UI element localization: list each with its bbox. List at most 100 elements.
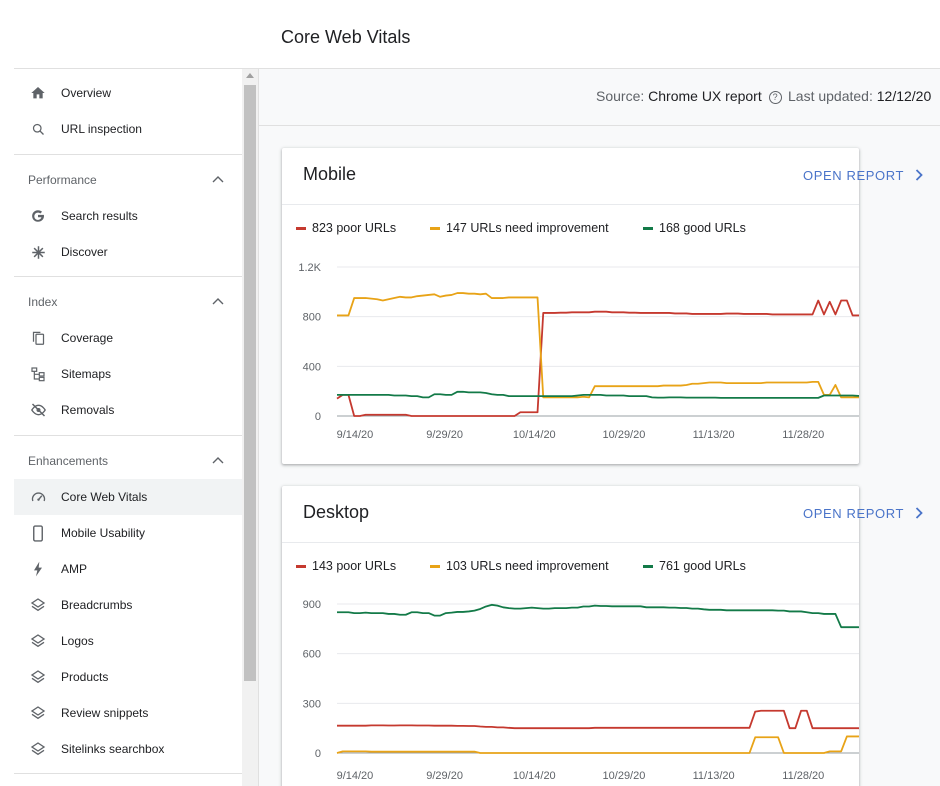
sidebar-item-review-snippets[interactable]: Review snippets	[14, 695, 242, 731]
sidebar-divider	[14, 276, 242, 277]
x-tick-label: 11/13/20	[693, 770, 735, 782]
layers-icon	[29, 740, 47, 758]
x-tick-label: 10/29/20	[603, 429, 646, 441]
sidebar-item-label: Sitelinks searchbox	[61, 742, 165, 756]
sidebar-item-removals[interactable]: Removals	[14, 392, 242, 428]
sidebar: Overview URL inspection Performance Sear…	[14, 68, 258, 786]
y-tick-label: 1.2K	[298, 262, 321, 274]
sidebar-item-label: Core Web Vitals	[61, 490, 148, 504]
sidebar-item-label: Discover	[61, 245, 108, 259]
layers-icon	[29, 632, 47, 650]
sidebar-item-label: Sitemaps	[61, 367, 112, 381]
x-tick-label: 10/14/20	[513, 770, 556, 782]
chevron-right-icon	[915, 169, 923, 181]
sidebar-item-sitelinks-searchbox[interactable]: Sitelinks searchbox	[14, 731, 242, 767]
source-value: Chrome UX report	[648, 88, 762, 104]
source-label: Source:	[596, 88, 645, 104]
page-title: Core Web Vitals	[281, 27, 411, 47]
sidebar-item-label: Logos	[61, 634, 94, 648]
x-tick-label: 9/29/20	[426, 770, 463, 782]
search-icon	[29, 120, 47, 138]
x-tick-label: 9/14/20	[337, 770, 374, 782]
y-tick-label: 900	[303, 599, 321, 611]
mobile-chart: 0 400 800 1.2K 9/14/20 9/29/20 10/14/20 10/29/2…	[298, 262, 859, 441]
last-updated-value: 12/12/20	[876, 88, 932, 104]
sidebar-item-label: Overview	[61, 86, 112, 100]
copy-pages-icon	[29, 329, 47, 347]
sidebar-item-label: Review snippets	[61, 706, 149, 720]
series-line-good	[337, 390, 859, 399]
sidebar-item-core-web-vitals[interactable]: Core Web Vitals	[14, 479, 242, 515]
chevron-up-icon[interactable]	[212, 297, 224, 305]
chevron-up-icon[interactable]	[212, 456, 224, 464]
chevron-up-icon[interactable]	[212, 175, 224, 183]
y-tick-label: 300	[303, 698, 321, 710]
sidebar-item-overview[interactable]: Overview	[14, 75, 242, 111]
y-tick-label: 0	[315, 748, 321, 760]
layers-icon	[29, 704, 47, 722]
sidebar-divider	[14, 773, 242, 774]
sidebar-item-logos[interactable]: Logos	[14, 623, 242, 659]
sidebar-item-amp[interactable]: AMP	[14, 551, 242, 587]
y-tick-label: 600	[303, 649, 321, 661]
sidebar-item-label: AMP	[61, 562, 88, 576]
asterisk-icon	[29, 243, 47, 261]
source-bar: Source: Chrome UX report ? Last updated:…	[259, 69, 940, 126]
series-line-good	[337, 603, 859, 629]
help-icon[interactable]: ?	[768, 91, 782, 104]
top-bar: Core Web Vitals	[0, 0, 940, 68]
source-info: Source: Chrome UX report ?	[596, 88, 782, 104]
x-tick-label: 11/28/20	[782, 770, 824, 782]
sidebar-item-breadcrumbs[interactable]: Breadcrumbs	[14, 587, 242, 623]
sidebar-item-sitemaps[interactable]: Sitemaps	[14, 356, 242, 392]
sidebar-item-discover[interactable]: Discover	[14, 234, 242, 270]
x-tick-label: 10/14/20	[513, 429, 556, 441]
scroll-up-arrow-icon[interactable]	[246, 73, 254, 78]
x-tick-label: 9/29/20	[426, 429, 463, 441]
section-title-index: Index	[28, 295, 58, 309]
home-icon	[29, 84, 47, 102]
sidebar-divider	[14, 435, 242, 436]
smartphone-icon	[29, 524, 47, 542]
y-tick-label: 400	[303, 361, 321, 373]
sidebar-item-products[interactable]: Products	[14, 659, 242, 695]
chevron-right-icon	[915, 507, 923, 519]
mobile-card: Mobile OPEN REPORT 823 poor URLs 147 URL…	[282, 148, 923, 464]
main-content: Source: Chrome UX report ? Last updated:…	[258, 68, 940, 786]
last-updated: Last updated: 12/12/20	[788, 88, 931, 104]
google-g-icon	[29, 207, 47, 225]
last-updated-label: Last updated:	[788, 88, 873, 104]
sidebar-item-url-inspection[interactable]: URL inspection	[14, 111, 242, 147]
x-tick-label: 11/28/20	[782, 429, 824, 441]
sidebar-item-search-results[interactable]: Search results	[14, 198, 242, 234]
desktop-chart: 0 300 600 900 9/14/20 9/29/20 10/14/20 10/29/20…	[303, 599, 859, 782]
eye-off-icon	[29, 401, 47, 419]
x-tick-label: 9/14/20	[337, 429, 374, 441]
x-tick-label: 11/13/20	[693, 429, 735, 441]
sidebar-item-label: Mobile Usability	[61, 526, 146, 540]
sidebar-item-label: URL inspection	[61, 122, 142, 136]
x-tick-label: 10/29/20	[603, 770, 646, 782]
y-tick-label: 0	[315, 411, 321, 423]
sidebar-item-label: Removals	[61, 403, 115, 417]
sidebar-item-mobile-usability[interactable]: Mobile Usability	[14, 515, 242, 551]
sidebar-scrollbar-thumb[interactable]	[244, 85, 256, 681]
sidebar-item-label: Products	[61, 670, 109, 684]
sidebar-item-label: Coverage	[61, 331, 114, 345]
desktop-card: Desktop OPEN REPORT 143 poor URLs 103 UR…	[282, 486, 923, 786]
sitemap-icon	[29, 365, 47, 383]
section-title-enhancements: Enhancements	[28, 454, 109, 468]
y-tick-label: 800	[303, 312, 321, 324]
sidebar-item-label: Breadcrumbs	[61, 598, 133, 612]
layers-icon	[29, 596, 47, 614]
series-line-poor	[337, 709, 859, 730]
sidebar-divider	[14, 154, 242, 155]
section-title-performance: Performance	[28, 173, 97, 187]
speedometer-icon	[29, 488, 47, 506]
series-line-needs_improvement	[336, 735, 859, 754]
lightning-icon	[29, 560, 47, 578]
series-line-needs_improvement	[337, 292, 859, 399]
sidebar-item-label: Search results	[61, 209, 138, 223]
layers-icon	[29, 668, 47, 686]
sidebar-item-coverage[interactable]: Coverage	[14, 320, 242, 356]
